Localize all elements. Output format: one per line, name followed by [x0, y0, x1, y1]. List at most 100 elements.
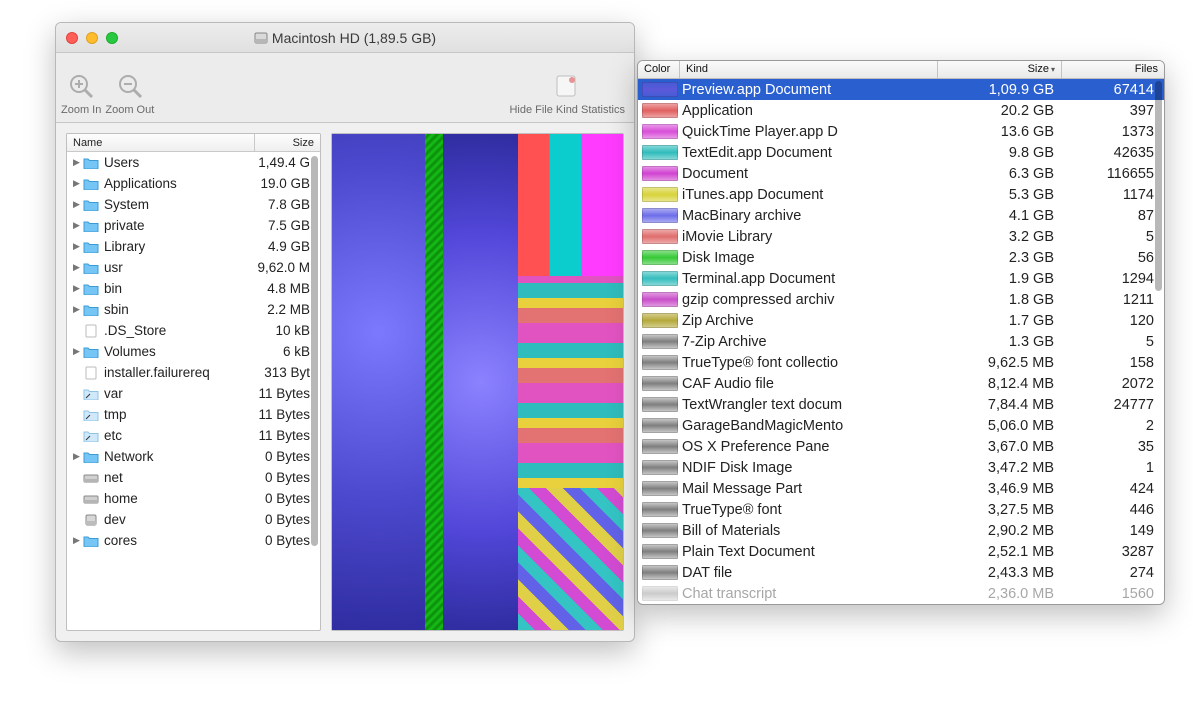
- stats-row[interactable]: TextWrangler text docum7,84.4 MB24777: [638, 394, 1164, 415]
- stats-row[interactable]: Chat transcript2,36.0 MB1560: [638, 583, 1164, 604]
- tree-row[interactable]: .DS_Store10 kB: [67, 320, 320, 341]
- kind-label: iTunes.app Document: [682, 187, 944, 203]
- files-value: 2: [1064, 418, 1164, 434]
- stats-row[interactable]: NDIF Disk Image3,47.2 MB1: [638, 457, 1164, 478]
- tree-row[interactable]: installer.failurereq313 Byt: [67, 362, 320, 383]
- stats-row[interactable]: Bill of Materials2,90.2 MB149: [638, 520, 1164, 541]
- disclosure-triangle-icon[interactable]: ▶: [71, 283, 82, 294]
- treemap-block[interactable]: [518, 134, 623, 630]
- color-column-header[interactable]: Color: [638, 61, 680, 78]
- titlebar[interactable]: Macintosh HD (1,89.5 GB): [56, 23, 634, 53]
- tree-row[interactable]: ▶System7.8 GB: [67, 194, 320, 215]
- tree-row[interactable]: ▶cores0 Bytes: [67, 530, 320, 551]
- treemap-block[interactable]: [443, 134, 519, 630]
- tree-row[interactable]: ▶bin4.8 MB: [67, 278, 320, 299]
- kind-label: Terminal.app Document: [682, 271, 944, 287]
- disclosure-triangle-icon[interactable]: ▶: [71, 199, 82, 210]
- size-value: 3.2 GB: [944, 229, 1064, 245]
- tree-row[interactable]: ▶Network0 Bytes: [67, 446, 320, 467]
- files-value: 1560: [1064, 586, 1164, 602]
- tree-row[interactable]: tmp11 Bytes: [67, 404, 320, 425]
- tree-row[interactable]: ▶usr9,62.0 M: [67, 257, 320, 278]
- tree-row[interactable]: home0 Bytes: [67, 488, 320, 509]
- stats-row[interactable]: 7-Zip Archive1.3 GB5: [638, 331, 1164, 352]
- stats-row[interactable]: TrueType® font collectio9,62.5 MB158: [638, 352, 1164, 373]
- treemap-block[interactable]: [332, 134, 425, 630]
- stats-row[interactable]: Mail Message Part3,46.9 MB424: [638, 478, 1164, 499]
- size-value: 7,84.4 MB: [944, 397, 1064, 413]
- name-column-header[interactable]: Name: [67, 134, 255, 151]
- size-value: 3,67.0 MB: [944, 439, 1064, 455]
- folder-icon: [83, 261, 99, 275]
- stats-row[interactable]: GarageBandMagicMento5,06.0 MB2: [638, 415, 1164, 436]
- tree-row[interactable]: etc11 Bytes: [67, 425, 320, 446]
- disclosure-triangle-icon[interactable]: ▶: [71, 304, 82, 315]
- file-tree-rows: ▶Users1,49.4 G▶Applications19.0 GB▶Syste…: [67, 152, 320, 630]
- stats-row[interactable]: DAT file2,43.3 MB274: [638, 562, 1164, 583]
- stats-row[interactable]: Disk Image2.3 GB56: [638, 247, 1164, 268]
- size-column-header[interactable]: Size: [255, 134, 320, 151]
- stats-row[interactable]: Application20.2 GB397: [638, 100, 1164, 121]
- stats-row[interactable]: Plain Text Document2,52.1 MB3287: [638, 541, 1164, 562]
- kind-label: gzip compressed archiv: [682, 292, 944, 308]
- folder-icon: [83, 240, 99, 254]
- tree-scrollbar[interactable]: [311, 156, 318, 546]
- zoom-out-button[interactable]: Zoom Out: [105, 72, 154, 116]
- tree-row[interactable]: ▶Users1,49.4 G: [67, 152, 320, 173]
- tree-row[interactable]: net0 Bytes: [67, 467, 320, 488]
- stats-row[interactable]: CAF Audio file8,12.4 MB2072: [638, 373, 1164, 394]
- stats-scrollbar[interactable]: [1155, 81, 1162, 291]
- tree-row[interactable]: dev0 Bytes: [67, 509, 320, 530]
- treemap-view[interactable]: [331, 133, 624, 631]
- stats-row[interactable]: MacBinary archive4.1 GB87: [638, 205, 1164, 226]
- treemap-block[interactable]: [518, 488, 623, 630]
- disclosure-triangle-icon[interactable]: ▶: [71, 346, 82, 357]
- zoom-button[interactable]: [106, 32, 118, 44]
- files-value: 1373: [1064, 124, 1164, 140]
- size-column-label: Size: [1028, 63, 1049, 75]
- minimize-button[interactable]: [86, 32, 98, 44]
- stats-row[interactable]: Preview.app Document1,09.9 GB67414: [638, 79, 1164, 100]
- treemap-block[interactable]: [518, 134, 623, 276]
- disclosure-triangle-icon[interactable]: ▶: [71, 241, 82, 252]
- disclosure-triangle-icon[interactable]: ▶: [71, 262, 82, 273]
- files-column-header[interactable]: Files: [1062, 61, 1164, 78]
- kind-column-header[interactable]: Kind: [680, 61, 938, 78]
- stats-row[interactable]: Terminal.app Document1.9 GB1294: [638, 268, 1164, 289]
- disclosure-triangle-icon[interactable]: ▶: [71, 220, 82, 231]
- stats-row[interactable]: iMovie Library3.2 GB5: [638, 226, 1164, 247]
- stats-row[interactable]: gzip compressed archiv1.8 GB1211: [638, 289, 1164, 310]
- tree-row[interactable]: ▶sbin2.2 MB: [67, 299, 320, 320]
- disclosure-triangle-icon[interactable]: ▶: [71, 157, 82, 168]
- kind-label: TextWrangler text docum: [682, 397, 944, 413]
- stats-row[interactable]: OS X Preference Pane3,67.0 MB35: [638, 436, 1164, 457]
- stats-row[interactable]: TextEdit.app Document9.8 GB42635: [638, 142, 1164, 163]
- size-value: 3,27.5 MB: [944, 502, 1064, 518]
- tree-row[interactable]: ▶Library4.9 GB: [67, 236, 320, 257]
- kind-label: Preview.app Document: [682, 82, 944, 98]
- stats-row[interactable]: Zip Archive1.7 GB120: [638, 310, 1164, 331]
- close-button[interactable]: [66, 32, 78, 44]
- folder-icon: [83, 534, 99, 548]
- stats-row[interactable]: Document6.3 GB116655: [638, 163, 1164, 184]
- row-name: usr: [104, 260, 238, 275]
- zoom-in-button[interactable]: Zoom In: [61, 72, 101, 116]
- disclosure-triangle-icon[interactable]: ▶: [71, 451, 82, 462]
- folder-icon: [83, 303, 99, 317]
- stats-row[interactable]: QuickTime Player.app D13.6 GB1373: [638, 121, 1164, 142]
- treemap-block[interactable]: [425, 134, 442, 630]
- kind-label: Bill of Materials: [682, 523, 944, 539]
- size-column-header[interactable]: Size▾: [938, 61, 1062, 78]
- disclosure-triangle-icon[interactable]: ▶: [71, 178, 82, 189]
- hide-stats-button[interactable]: Hide File Kind Statistics: [509, 72, 625, 116]
- tree-row[interactable]: var11 Bytes: [67, 383, 320, 404]
- stats-row[interactable]: iTunes.app Document5.3 GB1174: [638, 184, 1164, 205]
- tree-row[interactable]: ▶private7.5 GB: [67, 215, 320, 236]
- size-value: 9,62.5 MB: [944, 355, 1064, 371]
- tree-row[interactable]: ▶Volumes6 kB: [67, 341, 320, 362]
- treemap-block[interactable]: [518, 276, 623, 489]
- tree-row[interactable]: ▶Applications19.0 GB: [67, 173, 320, 194]
- disclosure-triangle-icon[interactable]: ▶: [71, 535, 82, 546]
- stats-row[interactable]: TrueType® font3,27.5 MB446: [638, 499, 1164, 520]
- kind-label: MacBinary archive: [682, 208, 944, 224]
